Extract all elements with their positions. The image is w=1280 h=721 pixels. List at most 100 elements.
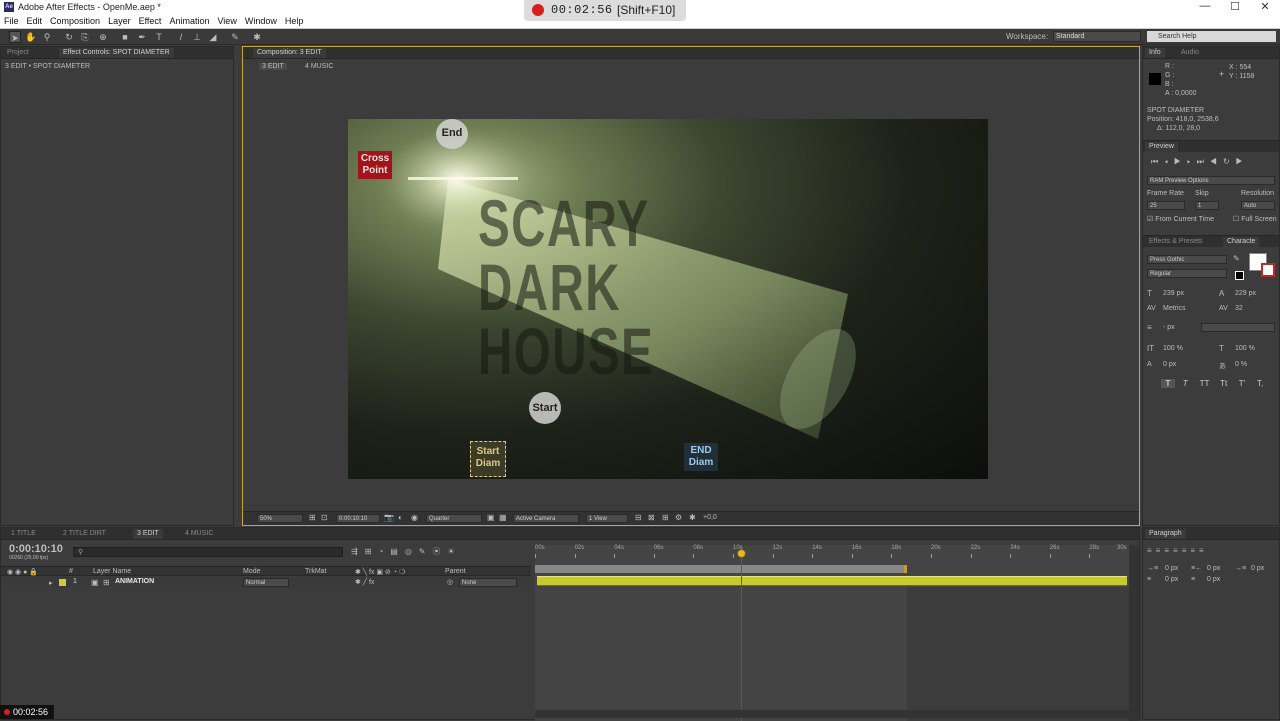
record-icon[interactable] [532,4,544,16]
exposure-value[interactable]: +0,0 [703,514,717,521]
leading-value[interactable]: 229 px [1235,290,1256,297]
time-graph[interactable]: 00s 02s 04s 06s 08s 10s 12s 14s 16s 18s 20s 22s 24s 2… [535,545,1130,721]
tab-effect-controls[interactable]: Effect Controls: SPOT DIAMETER [59,48,174,58]
menu-composition[interactable]: Composition [46,14,104,26]
camera-tool-icon[interactable]: ⎘ [79,31,91,43]
eyedropper-icon[interactable]: ✎ [1233,254,1240,263]
timeline-icon[interactable]: ⊞ [662,513,669,522]
timeline-vertical-scrollbar[interactable] [1129,545,1139,721]
rotation-tool-icon[interactable]: ↻ [63,31,75,43]
tab-character[interactable]: Characte [1223,237,1260,247]
tab-3-edit[interactable]: 3 EDIT [133,529,163,539]
start-diam-marker[interactable]: Start Diam [470,441,506,477]
faux-italic-button[interactable]: T [1177,379,1193,388]
layer-row[interactable]: ▸ 1 ▣ ⊞ ANIMATION Normal ✱ ╱ fx ◎ None [1,577,531,588]
tab-1-title[interactable]: 1 TITLE [7,529,40,539]
menu-window[interactable]: Window [241,14,281,26]
tsume-value[interactable]: 0 % [1235,361,1247,368]
next-frame-icon[interactable]: ▸ [1187,157,1197,166]
composition-mini-flowchart-icon[interactable]: ⇶ [351,547,365,556]
loop-icon[interactable]: ↻ [1223,157,1236,166]
hand-tool-icon[interactable]: ✋ [25,31,37,43]
justify-left-icon[interactable]: ≡ [1173,546,1182,555]
tab-info[interactable]: Info [1145,48,1165,58]
exposure-reset-icon[interactable]: ✱ [689,513,696,522]
frame-rate-select[interactable]: 25 [1147,201,1185,210]
start-marker[interactable]: Start [529,392,561,424]
timeline-search-input[interactable]: ⚲ [73,547,343,557]
comp-subtab-3-edit[interactable]: 3 EDIT [259,63,287,70]
horizontal-scale-value[interactable]: 100 % [1235,345,1255,352]
from-current-time-checkbox[interactable]: ☑ From Current Time [1147,215,1214,223]
all-caps-button[interactable]: TT [1195,379,1213,388]
magnification-select[interactable]: 50% [257,514,303,523]
screen-recorder-widget[interactable]: 00:02:56 [Shift+F10] [524,0,686,21]
tab-paragraph[interactable]: Paragraph [1145,529,1186,539]
playhead-handle[interactable] [736,549,746,558]
justify-right-icon[interactable]: ≡ [1190,546,1199,555]
brainstorm-icon[interactable]: ✎ [419,547,433,556]
tab-audio[interactable]: Audio [1177,48,1203,58]
search-help-input[interactable]: Search Help [1147,31,1276,42]
last-frame-icon[interactable]: ⏭ [1197,157,1210,166]
tab-project[interactable]: Project [3,48,33,58]
tab-4-music[interactable]: 4 MUSIC [181,529,217,539]
graph-editor-icon[interactable]: ☀ [448,547,462,556]
tab-effects-presets[interactable]: Effects & Presets [1145,237,1207,247]
resolution-select[interactable]: Auto [1241,201,1275,210]
color-channel-icon[interactable]: ◉ [411,513,418,522]
stroke-style-select[interactable] [1201,323,1275,332]
prev-frame-icon[interactable]: ◂ [1164,157,1174,166]
current-time-display[interactable]: 0:00:10:10 [336,514,380,523]
menu-file[interactable]: File [0,14,23,26]
composition-viewer[interactable]: SCARY DARK HOUSE End Start Cross Point S… [348,119,988,479]
zoom-tool-icon[interactable]: ⚲ [41,31,53,43]
layer-switches[interactable]: ✱ ╱ fx [355,578,374,586]
skip-select[interactable]: 1 [1195,201,1219,210]
black-swatch[interactable] [1235,271,1244,280]
subscript-button[interactable]: T, [1252,379,1268,388]
small-caps-button[interactable]: Tt [1216,379,1232,388]
end-diam-marker[interactable]: END Diam [684,443,718,471]
menu-edit[interactable]: Edit [23,14,47,26]
minimize-button[interactable]: — [1190,0,1220,12]
close-button[interactable]: ✕ [1250,0,1280,13]
first-frame-icon[interactable]: ⏮ [1151,157,1164,166]
audio-icon[interactable]: ◀ [1210,157,1223,166]
playhead-line[interactable] [740,553,742,721]
view-layout-select[interactable]: 1 View [586,514,628,523]
mask-visibility-icon[interactable]: ⊡ [321,513,328,522]
faux-bold-button[interactable]: T [1161,379,1175,388]
ram-preview-options-select[interactable]: RAM Preview Options [1147,176,1275,185]
puppet-pin-tool-icon[interactable]: ✱ [251,31,263,43]
indent-left-value[interactable]: 0 px [1165,565,1178,572]
align-right-icon[interactable]: ≡ [1164,546,1173,555]
toggle-pixel-aspect-icon[interactable]: ⊟ [635,513,642,522]
tab-2-title-dirt[interactable]: 2 TITLE DIRT [59,529,110,539]
maximize-button[interactable]: ☐ [1220,0,1250,13]
full-screen-checkbox[interactable]: ☐ Full Screen [1233,215,1277,223]
vertical-scale-value[interactable]: 100 % [1163,345,1183,352]
stroke-width-value[interactable]: - px [1163,324,1175,331]
tab-composition[interactable]: Composition: 3 EDIT [253,48,326,58]
safe-margins-icon[interactable]: ⊞ [309,513,316,522]
label-color-swatch[interactable] [59,579,66,586]
indent-right-value[interactable]: 0 px [1207,565,1220,572]
hide-shy-layers-icon[interactable]: ◔ [378,547,390,556]
camera-view-select[interactable]: Active Camera [513,514,579,523]
menu-help[interactable]: Help [281,14,308,26]
clone-stamp-tool-icon[interactable]: ⊥ [191,31,203,43]
stroke-color-swatch[interactable] [1261,263,1275,277]
timeline-current-time[interactable]: 0:00:10:10 [9,543,63,555]
parent-pickwhip-icon[interactable]: ◎ [447,578,453,586]
rectangle-tool-icon[interactable]: ■ [119,31,131,43]
transparency-grid-icon[interactable]: ▦ [499,513,507,522]
layer-name[interactable]: ANIMATION [115,578,154,585]
column-layer-name[interactable]: Layer Name [93,568,131,575]
layer-duration-bar[interactable] [537,576,1127,586]
tracking-value[interactable]: 32 [1235,305,1243,312]
space-before-value[interactable]: 0 px [1165,576,1178,583]
menu-view[interactable]: View [213,14,240,26]
blend-mode-select[interactable]: Normal [243,578,289,587]
snapshot-icon[interactable]: 📷 [384,513,394,522]
